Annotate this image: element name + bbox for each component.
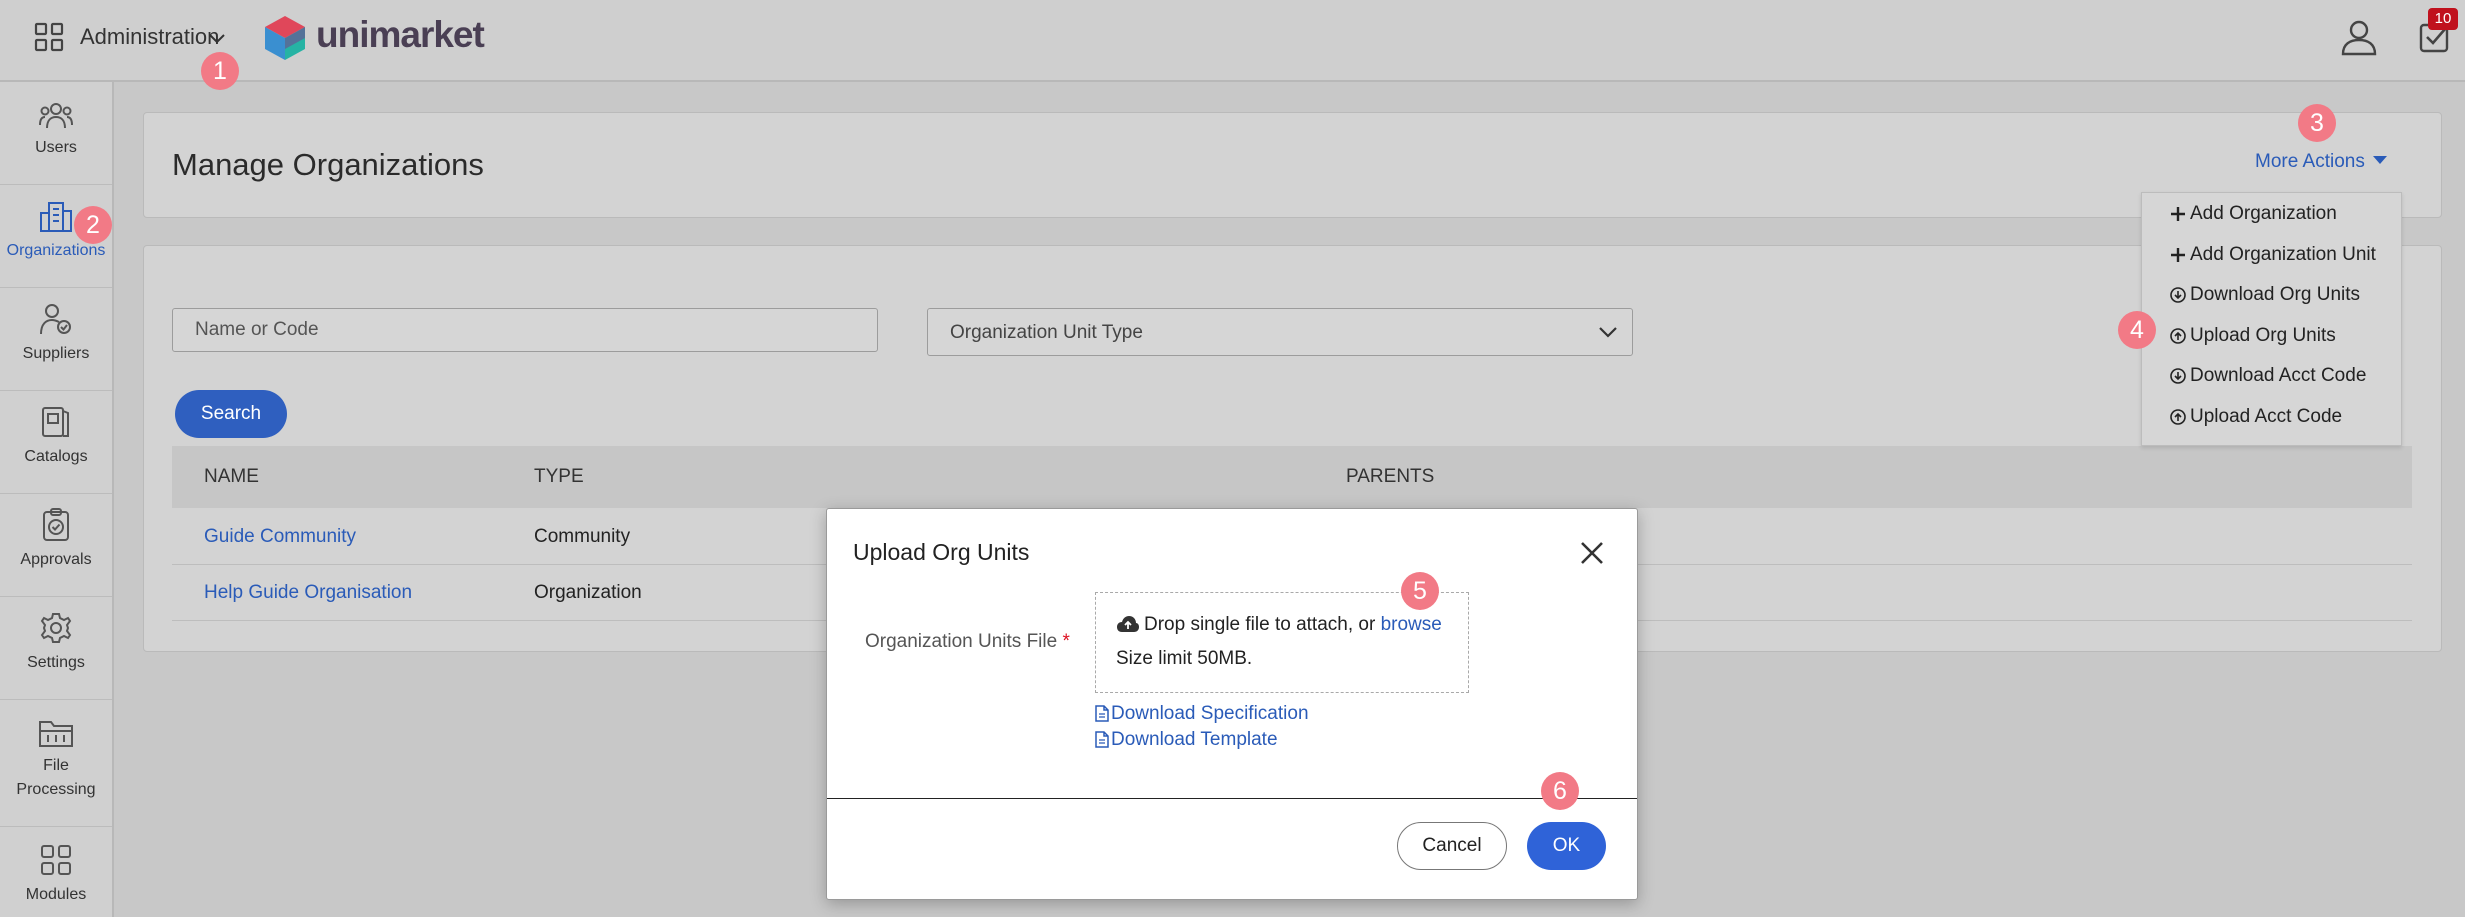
step-marker-4: 4 bbox=[2118, 311, 2156, 349]
org-name-link[interactable]: Help Guide Organisation bbox=[204, 582, 412, 604]
cloud-upload-icon bbox=[1117, 616, 1139, 632]
file-icon bbox=[1095, 731, 1109, 748]
sidebar-label-modules: Modules bbox=[25, 886, 87, 903]
tasks-count-badge: 10 bbox=[2428, 8, 2458, 30]
column-header-type[interactable]: TYPE bbox=[534, 466, 584, 488]
sidebar-label-settings: Settings bbox=[27, 654, 85, 671]
close-icon[interactable] bbox=[1577, 538, 1607, 568]
download-template-label: Download Template bbox=[1111, 729, 1278, 750]
plus-icon bbox=[2171, 248, 2185, 262]
menu-item-upload-org-units[interactable]: Upload Org Units bbox=[2170, 325, 2336, 355]
menu-item-add-organization-unit[interactable]: Add Organization Unit bbox=[2170, 244, 2376, 274]
dropzone-text: Drop single file to attach, or bbox=[1144, 614, 1376, 635]
modules-icon bbox=[41, 845, 71, 875]
sidebar-item-suppliers[interactable]: Suppliers bbox=[0, 288, 112, 391]
upload-org-units-dialog: Upload Org Units Organization Units File… bbox=[826, 508, 1638, 900]
page-title: Manage Organizations bbox=[172, 147, 484, 182]
menu-item-label: Add Organization bbox=[2190, 203, 2337, 224]
app-menu-label[interactable]: Administration bbox=[80, 24, 219, 50]
menu-item-label: Upload Acct Code bbox=[2190, 406, 2343, 427]
plus-icon bbox=[2171, 207, 2185, 221]
supplier-icon bbox=[40, 304, 71, 335]
dialog-divider bbox=[827, 798, 1637, 799]
sidebar-label-approvals: Approvals bbox=[20, 551, 92, 568]
buildings-icon bbox=[40, 202, 72, 232]
apps-grid-icon[interactable] bbox=[34, 22, 64, 52]
file-icon bbox=[1095, 705, 1109, 722]
chevron-down-icon[interactable] bbox=[208, 32, 226, 46]
download-circle-icon bbox=[2170, 368, 2186, 384]
download-specification-label: Download Specification bbox=[1111, 703, 1309, 724]
download-specification-link[interactable]: Download Specification bbox=[1095, 703, 1309, 725]
org-type: Organization bbox=[534, 582, 642, 603]
menu-item-label: Add Organization Unit bbox=[2190, 244, 2376, 265]
more-actions-label: More Actions bbox=[2255, 151, 2365, 172]
sidebar-label-users: Users bbox=[35, 139, 77, 156]
table-header: NAME TYPE PARENTS bbox=[172, 446, 2412, 508]
sidebar-item-file-processing[interactable]: File Processing bbox=[0, 700, 112, 827]
org-name-link[interactable]: Guide Community bbox=[204, 526, 356, 548]
upload-circle-icon bbox=[2170, 409, 2186, 425]
brand-name: unimarket bbox=[316, 14, 485, 55]
menu-item-add-organization[interactable]: Add Organization bbox=[2170, 203, 2337, 233]
page-header: Manage Organizations More Actions 3 bbox=[143, 104, 2442, 218]
step-marker-6: 6 bbox=[1541, 772, 1579, 810]
more-actions-button[interactable]: More Actions bbox=[2255, 151, 2388, 173]
column-header-parents[interactable]: PARENTS bbox=[1346, 466, 1434, 488]
sidebar-item-modules[interactable]: Modules bbox=[0, 827, 112, 917]
sidebar-nav: Users Organizations Suppliers Catalogs A… bbox=[0, 82, 114, 917]
search-button[interactable]: Search bbox=[175, 390, 287, 438]
sidebar-label-file-processing: File Processing bbox=[16, 757, 96, 798]
users-icon bbox=[39, 103, 73, 129]
cancel-button[interactable]: Cancel bbox=[1397, 822, 1507, 870]
step-marker-3: 3 bbox=[2298, 104, 2336, 142]
more-actions-menu: Add Organization Add Organization Unit D… bbox=[2118, 192, 2402, 446]
dropzone-instructions: Drop single file to attach, or browse bbox=[1116, 614, 1442, 636]
menu-item-upload-acct-code[interactable]: Upload Acct Code bbox=[2170, 406, 2342, 436]
step-marker-1: 1 bbox=[201, 52, 239, 90]
sidebar-label-suppliers: Suppliers bbox=[22, 345, 90, 362]
menu-item-label: Download Org Units bbox=[2190, 284, 2361, 305]
user-profile-icon[interactable] bbox=[2340, 18, 2378, 56]
name-or-code-input[interactable] bbox=[172, 308, 878, 352]
chevron-down-icon bbox=[1599, 327, 1617, 338]
column-header-name[interactable]: NAME bbox=[204, 466, 259, 488]
file-field-label-text: Organization Units File bbox=[865, 631, 1058, 652]
catalog-icon bbox=[42, 407, 69, 437]
menu-item-label: Upload Org Units bbox=[2190, 325, 2336, 346]
ok-button[interactable]: OK bbox=[1527, 822, 1606, 870]
required-mark: * bbox=[1062, 631, 1070, 652]
unimarket-logo-icon[interactable] bbox=[263, 14, 307, 62]
folder-icon bbox=[39, 721, 73, 747]
org-unit-type-select[interactable]: Organization Unit Type bbox=[927, 308, 1633, 356]
step-marker-2: 2 bbox=[74, 206, 112, 244]
upload-circle-icon bbox=[2170, 328, 2186, 344]
menu-item-label: Download Acct Code bbox=[2190, 365, 2367, 386]
approval-icon bbox=[43, 508, 69, 541]
caret-down-icon bbox=[2373, 156, 2388, 164]
browse-link[interactable]: browse bbox=[1381, 614, 1442, 635]
step-marker-5: 5 bbox=[1401, 572, 1439, 610]
gear-icon bbox=[40, 613, 72, 643]
sidebar-item-users[interactable]: Users bbox=[0, 82, 112, 185]
file-field-label: Organization Units File * bbox=[865, 631, 1070, 653]
sidebar-label-catalogs: Catalogs bbox=[24, 448, 88, 465]
size-limit-text: Size limit 50MB. bbox=[1116, 648, 1253, 669]
org-type: Community bbox=[534, 526, 631, 547]
download-circle-icon bbox=[2170, 287, 2186, 303]
top-bar: Administration unimarket 10 1 bbox=[0, 0, 2465, 90]
menu-item-download-org-units[interactable]: Download Org Units bbox=[2170, 284, 2360, 314]
sidebar-item-catalogs[interactable]: Catalogs bbox=[0, 391, 112, 494]
sidebar-item-approvals[interactable]: Approvals bbox=[0, 494, 112, 597]
dialog-title: Upload Org Units bbox=[853, 539, 1030, 565]
sidebar-item-settings[interactable]: Settings bbox=[0, 597, 112, 700]
org-unit-type-placeholder: Organization Unit Type bbox=[950, 322, 1143, 343]
menu-item-download-acct-code[interactable]: Download Acct Code bbox=[2170, 365, 2366, 395]
download-template-link[interactable]: Download Template bbox=[1095, 729, 1278, 751]
